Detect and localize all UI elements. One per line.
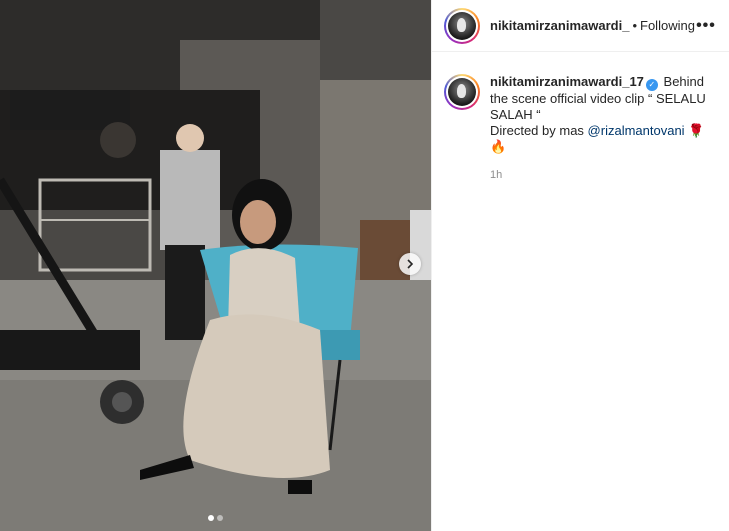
verified-badge-icon: ✓ <box>645 79 658 91</box>
caption-directed-by: Directed by mas <box>490 123 588 138</box>
caption-avatar[interactable] <box>444 74 480 110</box>
carousel-dot-1 <box>208 515 214 521</box>
more-options-icon[interactable]: ••• <box>695 14 717 38</box>
post-header: nikitamirzanimawardi_ • Following ••• <box>432 0 729 52</box>
avatar-image <box>448 11 476 40</box>
avatar[interactable] <box>444 7 480 44</box>
carousel-dot-2 <box>217 515 223 521</box>
header-separator: • <box>632 18 638 33</box>
post-side-panel: nikitamirzanimawardi_ • Following ••• ni… <box>431 0 729 531</box>
post-photo <box>0 0 431 531</box>
caption-avatar-image <box>448 78 476 106</box>
header-username[interactable]: nikitamirzanimawardi_ <box>490 18 629 33</box>
post-timestamp[interactable]: 1h <box>490 169 729 181</box>
chevron-right-icon <box>407 259 414 269</box>
caption-username[interactable]: nikitamirzanimawardi_17 <box>490 74 644 89</box>
post-caption: nikitamirzanimawardi_17 ✓ Behind the scen… <box>432 52 729 155</box>
caption-text: nikitamirzanimawardi_17 ✓ Behind the scen… <box>490 74 717 155</box>
carousel-indicator <box>0 515 431 521</box>
carousel-next-button[interactable] <box>399 253 421 275</box>
caption-mention-link[interactable]: @rizalmantovani <box>588 123 685 138</box>
post-image[interactable] <box>0 0 431 531</box>
fire-emoji: 🔥 <box>490 139 507 154</box>
rose-emoji: 🌹 <box>688 123 705 138</box>
following-button[interactable]: Following <box>640 18 695 33</box>
